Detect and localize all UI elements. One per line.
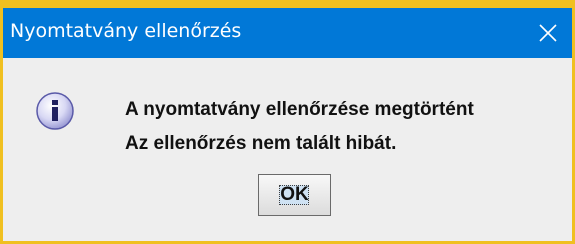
close-icon	[539, 24, 557, 42]
dialog-content: A nyomtatvány ellenőrzése megtörtént Az …	[3, 58, 572, 241]
close-button[interactable]	[524, 8, 572, 58]
message-line-2: Az ellenőrzés nem talált hibát.	[125, 133, 397, 154]
dialog-title: Nyomtatvány ellenőrzés	[10, 20, 242, 42]
title-bar[interactable]: Nyomtatvány ellenőrzés	[3, 8, 572, 58]
dialog-window: Nyomtatvány ellenőrzés A nyomtatvány ell…	[0, 0, 575, 244]
ok-button-label: OK	[280, 184, 309, 205]
info-icon	[36, 92, 74, 130]
ok-button[interactable]: OK	[258, 174, 331, 216]
message-line-1: A nyomtatvány ellenőrzése megtörtént	[125, 99, 474, 120]
message-text: A nyomtatvány ellenőrzése megtörtént Az …	[125, 93, 474, 161]
